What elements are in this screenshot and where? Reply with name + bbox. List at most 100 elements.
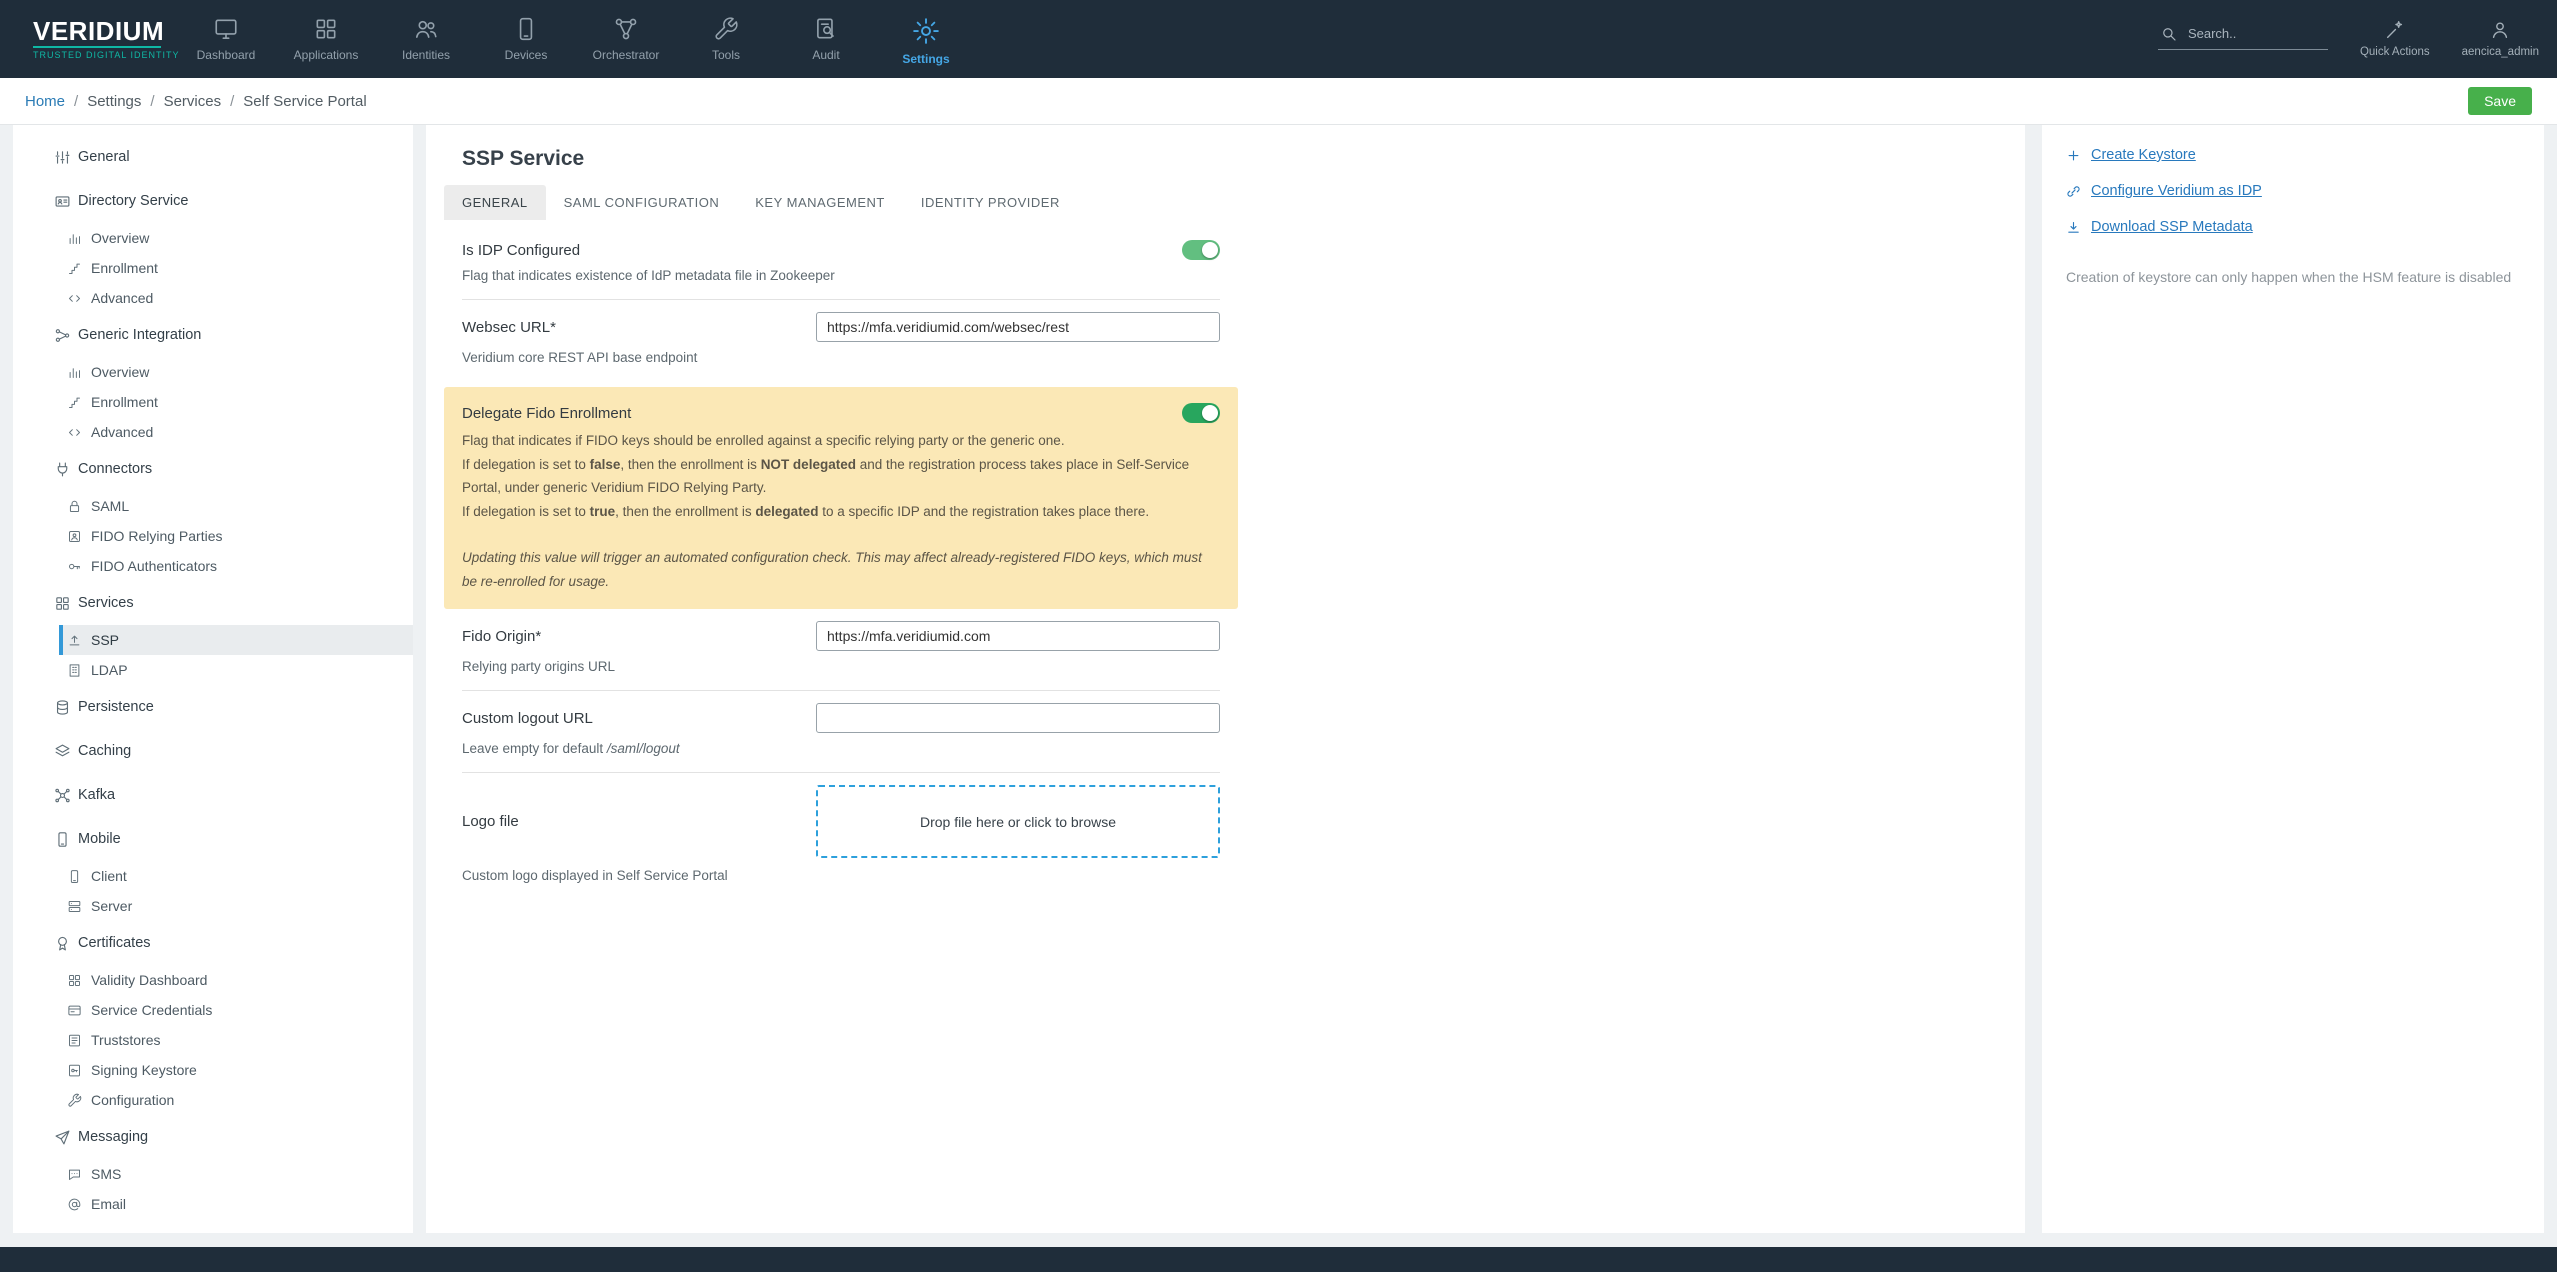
sidebar-item-services[interactable]: Services [13,581,413,625]
link-download-ssp-metadata[interactable]: Download SSP Metadata [2066,219,2520,235]
sidebar-item-persistence[interactable]: Persistence [13,685,413,729]
logo-file-label: Logo file [462,813,519,830]
delegate-fido-toggle[interactable] [1182,403,1220,423]
top-nav: Dashboard Applications Identities Devices Or… [176,12,976,66]
breadcrumb-separator: / [150,92,155,110]
sidebar-item-label: LDAP [91,662,128,678]
action-panel: Create Keystore Configure Veridium as IDP… [2042,125,2544,1233]
sidebar-item-connectors[interactable]: Connectors [13,447,413,491]
top-right-group: Quick Actions aencica_admin [2157,19,2557,60]
tab-general[interactable]: GENERAL [444,185,546,220]
custom-logout-input[interactable] [816,703,1220,733]
custom-logout-label: Custom logout URL [462,709,593,727]
breadcrumb-separator: / [74,92,79,110]
server-icon [67,899,82,914]
breadcrumb: Home / Settings / Services / Self Service Port… [25,93,367,110]
logo-title: VERIDIUM [33,16,165,46]
sidebar-item-validity-dashboard[interactable]: Validity Dashboard [13,965,413,995]
db-icon [54,699,71,716]
link-configure-veridium-as-idp[interactable]: Configure Veridium as IDP [2066,183,2520,199]
chart-icon [67,365,82,380]
sidebar-item-enrollment[interactable]: Enrollment [13,253,413,283]
breadcrumb-item-home[interactable]: Home [25,93,65,110]
tab-key-management[interactable]: KEY MANAGEMENT [737,185,903,220]
nav-item-label: Applications [293,48,359,62]
sidebar-item-messaging[interactable]: Messaging [13,1115,413,1159]
sidebar-item-fido-relying-parties[interactable]: FIDO Relying Parties [13,521,413,551]
save-button[interactable]: Save [2468,87,2532,115]
quick-actions-button[interactable]: Quick Actions [2360,19,2430,60]
sidebar-item-fido-authenticators[interactable]: FIDO Authenticators [13,551,413,581]
user-menu[interactable]: aencica_admin [2462,19,2539,60]
breadcrumb-bar: Home / Settings / Services / Self Service Port… [0,78,2557,125]
logo-dropzone[interactable]: Drop file here or click to browse [816,785,1220,858]
sidebar-item-saml[interactable]: SAML [13,491,413,521]
nav-item-devices[interactable]: Devices [476,12,576,66]
nav-item-dashboard[interactable]: Dashboard [176,12,276,66]
is-idp-toggle[interactable] [1182,240,1220,260]
sidebar-item-enrollment[interactable]: Enrollment [13,387,413,417]
sidebar-item-overview[interactable]: Overview [13,223,413,253]
sidebar-item-server[interactable]: Server [13,891,413,921]
sidebar-item-generic-integration[interactable]: Generic Integration [13,313,413,357]
sidebar-item-advanced[interactable]: Advanced [13,417,413,447]
plug-icon [54,461,71,478]
sidebar-item-label: Advanced [91,424,154,440]
sidebar-item-mobile[interactable]: Mobile [13,817,413,861]
code-icon [67,291,82,306]
sidebar-item-label: Mobile [78,831,121,847]
grid-icon [313,16,339,42]
card-icon [67,1003,82,1018]
sidebar-item-overview[interactable]: Overview [13,357,413,387]
sidebar-item-email[interactable]: Email [13,1189,413,1219]
hub-icon [54,787,71,804]
sidebar-item-label: Certificates [78,935,151,951]
sidebar-item-truststores[interactable]: Truststores [13,1025,413,1055]
sidebar-item-label: Truststores [91,1032,161,1048]
code-icon [67,425,82,440]
lock-icon [67,499,82,514]
nav-item-settings[interactable]: Settings [876,12,976,66]
nav-item-orchestrator[interactable]: Orchestrator [576,12,676,66]
sidebar-item-label: Overview [91,230,150,246]
sidebar-item-label: Signing Keystore [91,1062,197,1078]
dashboard-icon [67,973,82,988]
sidebar-item-general[interactable]: General [13,135,413,179]
tab-identity-provider[interactable]: IDENTITY PROVIDER [903,185,1078,220]
sidebar-item-advanced[interactable]: Advanced [13,283,413,313]
sidebar-item-label: Connectors [78,461,153,477]
sidebar-item-label: Services [78,595,134,611]
link-create-keystore[interactable]: Create Keystore [2066,147,2520,163]
sidebar-item-label: Enrollment [91,394,158,410]
nav-item-tools[interactable]: Tools [676,12,776,66]
nav-item-audit[interactable]: Audit [776,12,876,66]
nav-item-label: Audit [812,48,840,62]
breadcrumb-item-services: Services [163,92,222,110]
device-icon [513,16,539,42]
keystore-icon [67,1063,82,1078]
websec-url-input[interactable] [816,312,1220,342]
sidebar-item-signing-keystore[interactable]: Signing Keystore [13,1055,413,1085]
delegate-paragraph: If delegation is set to false, then the … [462,456,1190,496]
is-idp-description: Flag that indicates existence of IdP met… [462,268,835,283]
download-icon [2066,220,2081,235]
sidebar-item-ssp[interactable]: SSP [59,625,413,655]
sidebar-item-certificates[interactable]: Certificates [13,921,413,965]
search-input[interactable] [2185,25,2306,42]
sidebar-item-service-credentials[interactable]: Service Credentials [13,995,413,1025]
sidebar-item-ldap[interactable]: LDAP [13,655,413,685]
fido-origin-input[interactable] [816,621,1220,651]
page-title: SSP Service [462,147,585,170]
sidebar-item-sms[interactable]: SMS [13,1159,413,1189]
sidebar-item-directory-service[interactable]: Directory Service [13,179,413,223]
sidebar-item-kafka[interactable]: Kafka [13,773,413,817]
sidebar-item-label: Validity Dashboard [91,972,208,988]
nav-item-applications[interactable]: Applications [276,12,376,66]
tab-saml-configuration[interactable]: SAML CONFIGURATION [546,185,738,220]
sidebar-item-configuration[interactable]: Configuration [13,1085,413,1115]
content-area: General Directory Service Overview Enrollme… [0,125,2557,1233]
search-box[interactable] [2157,25,2328,50]
sidebar-item-client[interactable]: Client [13,861,413,891]
nav-item-identities[interactable]: Identities [376,12,476,66]
sidebar-item-caching[interactable]: Caching [13,729,413,773]
